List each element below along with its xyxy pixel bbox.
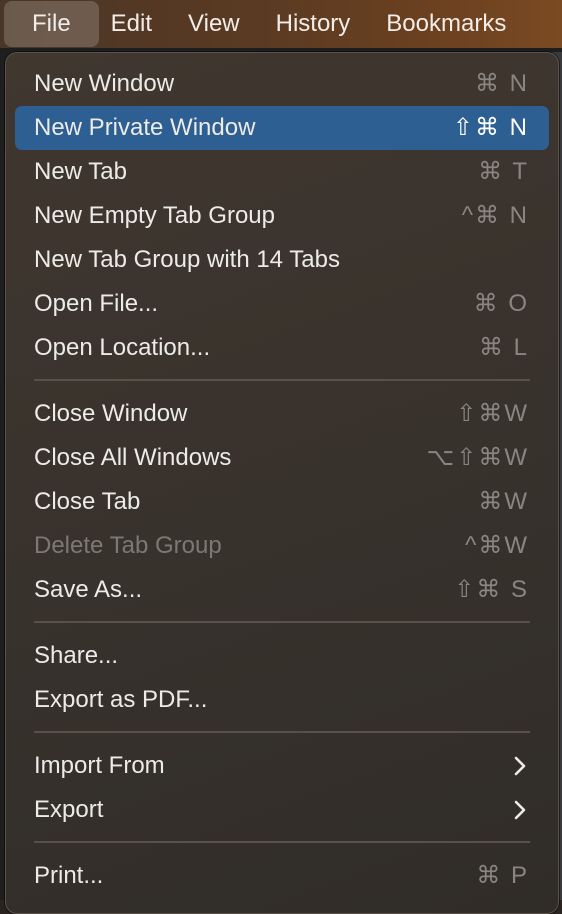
- menu-item-label: Open Location...: [34, 334, 211, 361]
- menu-item-new-private-window[interactable]: New Private Window ⇧⌘ N: [15, 106, 549, 150]
- menu-item-open-location[interactable]: Open Location... ⌘ L: [15, 326, 549, 370]
- menu-item-label: Delete Tab Group: [34, 532, 222, 559]
- menu-item-shortcut: ⌥⇧⌘W: [426, 444, 529, 471]
- menu-item-shortcut: ^⌘W: [465, 532, 529, 559]
- menu-item-open-file[interactable]: Open File... ⌘ O: [15, 282, 549, 326]
- menu-item-close-tab[interactable]: Close Tab ⌘W: [15, 480, 549, 524]
- menu-item-shortcut: ⌘ N: [475, 70, 529, 97]
- menu-item-delete-tab-group: Delete Tab Group ^⌘W: [15, 524, 549, 568]
- menu-item-label: Open File...: [34, 290, 159, 317]
- menu-separator: [34, 841, 530, 843]
- chevron-right-icon: [514, 800, 526, 820]
- menu-item-shortcut: ^⌘ N: [461, 202, 529, 229]
- menu-item-shortcut: ⇧⌘ N: [452, 114, 529, 141]
- menu-item-save-as[interactable]: Save As... ⇧⌘ S: [15, 568, 549, 612]
- menu-item-shortcut: ⌘ P: [476, 862, 529, 889]
- menu-separator: [34, 731, 530, 733]
- menu-item-label: Import From: [34, 752, 165, 779]
- menu-item-label: New Tab: [34, 158, 127, 185]
- menu-item-label: New Window: [34, 70, 175, 97]
- menu-item-shortcut: ⌘ T: [478, 158, 529, 185]
- menu-item-label: Save As...: [34, 576, 143, 603]
- menu-item-shortcut: ⌘ L: [478, 334, 529, 361]
- menu-item-shortcut: ⇧⌘W: [456, 400, 529, 427]
- menu-item-label: New Tab Group with 14 Tabs: [34, 246, 340, 273]
- menu-item-shortcut: ⌘W: [478, 488, 529, 515]
- menu-item-label: New Empty Tab Group: [34, 202, 275, 229]
- menu-item-new-tab-group-with-tabs[interactable]: New Tab Group with 14 Tabs: [15, 238, 549, 282]
- menu-item-shortcut: ⌘ O: [473, 290, 529, 317]
- menu-item-import-from[interactable]: Import From: [15, 744, 549, 788]
- menu-item-shortcut: ⇧⌘ S: [454, 576, 529, 603]
- menu-item-close-all-windows[interactable]: Close All Windows ⌥⇧⌘W: [15, 436, 549, 480]
- menu-item-label: Close Window: [34, 400, 188, 427]
- menu-item-close-window[interactable]: Close Window ⇧⌘W: [15, 392, 549, 436]
- menu-item-label: Export as PDF...: [34, 686, 208, 713]
- menu-item-new-window[interactable]: New Window ⌘ N: [15, 62, 549, 106]
- menu-item-label: New Private Window: [34, 114, 256, 141]
- menu-item-new-tab[interactable]: New Tab ⌘ T: [15, 150, 549, 194]
- menu-item-share[interactable]: Share...: [15, 634, 549, 678]
- menu-item-print[interactable]: Print... ⌘ P: [15, 854, 549, 898]
- menu-item-label: Print...: [34, 862, 104, 889]
- menu-item-export-as-pdf[interactable]: Export as PDF...: [15, 678, 549, 722]
- menubar-bookmarks[interactable]: Bookmarks: [364, 1, 520, 47]
- menu-separator: [34, 379, 530, 381]
- menu-item-label: Share...: [34, 642, 119, 669]
- menu-bar: File Edit View History Bookmarks: [0, 0, 562, 48]
- menubar-file[interactable]: File: [4, 1, 99, 47]
- menu-separator: [34, 621, 530, 623]
- menubar-history[interactable]: History: [254, 1, 365, 47]
- file-menu: New Window ⌘ N New Private Window ⇧⌘ N N…: [5, 52, 559, 914]
- menu-item-label: Close Tab: [34, 488, 141, 515]
- menu-item-new-empty-tab-group[interactable]: New Empty Tab Group ^⌘ N: [15, 194, 549, 238]
- menu-item-label: Export: [34, 796, 104, 823]
- menu-item-export[interactable]: Export: [15, 788, 549, 832]
- menubar-view[interactable]: View: [166, 1, 254, 47]
- menubar-edit[interactable]: Edit: [99, 1, 166, 47]
- menu-item-label: Close All Windows: [34, 444, 232, 471]
- chevron-right-icon: [514, 756, 526, 776]
